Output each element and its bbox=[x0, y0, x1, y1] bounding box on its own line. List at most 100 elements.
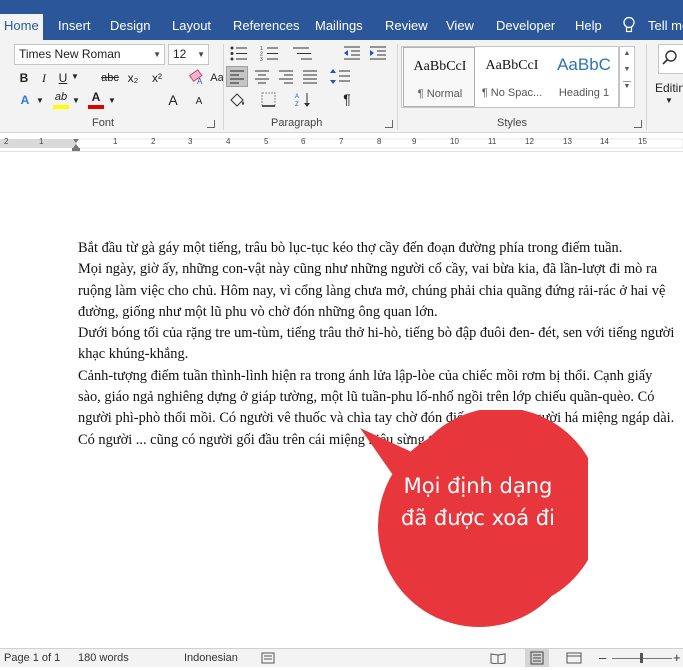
style-sample: AaBbC bbox=[557, 55, 611, 74]
macro-recording-icon[interactable] bbox=[261, 652, 275, 664]
svg-text:Z: Z bbox=[295, 102, 299, 108]
superscript-button[interactable]: x² bbox=[149, 68, 165, 88]
svg-text:A: A bbox=[295, 94, 299, 100]
ruler-number: 4 bbox=[226, 137, 231, 146]
style-normal[interactable]: AaBbCcI ¶ Normal bbox=[403, 47, 475, 107]
chevron-down-icon[interactable]: ▼ bbox=[71, 72, 79, 81]
italic-button[interactable]: I bbox=[37, 68, 51, 88]
style-heading-1[interactable]: AaBbC Heading 1 bbox=[548, 47, 620, 107]
ruler-number: 3 bbox=[188, 137, 193, 146]
ruler-number: 15 bbox=[638, 137, 647, 146]
page-count[interactable]: Page 1 of 1 bbox=[4, 652, 60, 664]
underline-button[interactable]: U bbox=[56, 68, 70, 88]
ruler-number: 5 bbox=[264, 137, 269, 146]
sort-icon[interactable]: A Z bbox=[294, 91, 314, 108]
multilevel-list-icon[interactable] bbox=[291, 45, 313, 62]
tab-home[interactable]: Home bbox=[0, 14, 43, 40]
bullets-icon[interactable] bbox=[229, 45, 249, 62]
font-group-label: Font bbox=[92, 117, 115, 129]
font-name-box[interactable]: Times New Roman ▼ bbox=[14, 44, 165, 65]
font-color-swatch bbox=[88, 105, 104, 109]
borders-icon[interactable] bbox=[260, 91, 278, 108]
change-case-button[interactable]: Aa bbox=[210, 68, 224, 88]
tab-insert[interactable]: Insert bbox=[58, 17, 91, 40]
lightbulb-icon[interactable] bbox=[622, 16, 636, 34]
font-dialog-launcher-icon[interactable] bbox=[207, 120, 215, 128]
search-icon bbox=[662, 50, 677, 65]
paragraph-dialog-launcher-icon[interactable] bbox=[385, 120, 393, 128]
align-left-button[interactable] bbox=[226, 66, 248, 87]
text-effects-button[interactable]: A bbox=[16, 90, 34, 110]
word-count[interactable]: 180 words bbox=[78, 652, 129, 664]
ruler-number: 9 bbox=[412, 137, 417, 146]
increase-indent-icon[interactable] bbox=[368, 45, 388, 62]
editing-label[interactable]: Editin bbox=[655, 81, 683, 95]
highlight-button[interactable]: ab bbox=[52, 87, 70, 107]
zoom-slider-thumb[interactable] bbox=[640, 653, 643, 663]
ruler-number: 8 bbox=[377, 137, 382, 146]
line-spacing-icon[interactable] bbox=[330, 67, 352, 86]
clear-formatting-icon[interactable]: A bbox=[188, 69, 206, 85]
style-no-spacing[interactable]: AaBbCcI ¶ No Spac... bbox=[476, 47, 548, 107]
paragraph-group-label: Paragraph bbox=[271, 117, 323, 129]
tab-mailings[interactable]: Mailings bbox=[315, 17, 363, 40]
subscript-button[interactable]: x₂ bbox=[125, 68, 141, 88]
paragraph[interactable]: Mọi ngày, giờ ấy, những con-vật này cũng… bbox=[78, 259, 678, 323]
print-layout-button[interactable] bbox=[525, 649, 549, 667]
justify-icon[interactable] bbox=[300, 67, 320, 86]
ruler-number: 14 bbox=[600, 137, 609, 146]
zoom-out-button[interactable]: – bbox=[599, 650, 606, 665]
bold-button[interactable]: B bbox=[17, 68, 31, 88]
web-layout-icon[interactable] bbox=[566, 652, 582, 664]
language-indicator[interactable]: Indonesian bbox=[184, 652, 238, 664]
ruler-number: 10 bbox=[450, 137, 459, 146]
align-right-icon[interactable] bbox=[276, 67, 296, 86]
font-color-button[interactable]: A bbox=[88, 87, 104, 107]
tab-tell-me[interactable]: Tell me bbox=[648, 17, 683, 40]
read-mode-icon[interactable] bbox=[490, 652, 506, 664]
styles-gallery: AaBbCcI ¶ Normal AaBbCcI ¶ No Spac... Aa… bbox=[401, 46, 619, 108]
ruler-number: 7 bbox=[339, 137, 344, 146]
status-bar: Page 1 of 1 180 words Indonesian – + bbox=[0, 648, 683, 667]
chevron-down-icon[interactable]: ▼ bbox=[108, 96, 116, 105]
tab-layout[interactable]: Layout bbox=[172, 17, 211, 40]
editing-search-button[interactable] bbox=[658, 44, 683, 74]
tab-review[interactable]: Review bbox=[385, 17, 428, 40]
svg-text:A: A bbox=[197, 77, 203, 85]
styles-group-label: Styles bbox=[497, 117, 527, 129]
align-center-icon[interactable] bbox=[252, 67, 272, 86]
tab-design[interactable]: Design bbox=[110, 17, 150, 40]
horizontal-ruler[interactable]: 2 1 1 2 3 4 5 6 7 8 9 10 11 12 13 14 15 bbox=[0, 134, 683, 152]
shrink-font-button[interactable]: A bbox=[193, 92, 205, 112]
font-name-value: Times New Roman bbox=[19, 47, 121, 61]
group-separator bbox=[646, 44, 647, 130]
numbering-icon[interactable]: 123 bbox=[260, 45, 280, 62]
grow-font-button[interactable]: A bbox=[166, 90, 180, 110]
tab-view[interactable]: View bbox=[446, 17, 474, 40]
paragraph[interactable]: Bắt đầu từ gà gáy một tiếng, trâu bò lục… bbox=[78, 238, 678, 259]
styles-dialog-launcher-icon[interactable] bbox=[634, 120, 642, 128]
tab-references[interactable]: References bbox=[233, 17, 299, 40]
chevron-down-icon[interactable]: ▼ bbox=[620, 66, 634, 73]
ruler-number: 6 bbox=[301, 137, 306, 146]
tab-developer[interactable]: Developer bbox=[496, 17, 555, 40]
paragraph[interactable]: Dưới bóng tối của rặng tre um-tùm, tiếng… bbox=[78, 323, 678, 366]
style-sample: AaBbCcI bbox=[413, 59, 467, 74]
chevron-down-icon[interactable]: ▼ bbox=[72, 96, 80, 105]
ruler-number: 12 bbox=[525, 137, 534, 146]
font-size-box[interactable]: 12 ▼ bbox=[168, 44, 209, 65]
shading-icon[interactable] bbox=[228, 91, 246, 108]
more-styles-icon[interactable]: ▼ bbox=[623, 81, 631, 90]
chevron-down-icon[interactable]: ▼ bbox=[36, 96, 44, 105]
style-name: ¶ Normal bbox=[417, 88, 463, 100]
chevron-up-icon[interactable]: ▲ bbox=[620, 50, 634, 57]
styles-gallery-scroll[interactable]: ▲ ▼ ▼ bbox=[619, 46, 635, 108]
strikethrough-button[interactable]: abc bbox=[100, 68, 120, 88]
show-formatting-marks-button[interactable]: ¶ bbox=[340, 89, 354, 109]
ruler-number: 2 bbox=[4, 137, 9, 146]
tab-help[interactable]: Help bbox=[575, 17, 602, 40]
callout-text: Mọi định dạng đã được xoá đi bbox=[401, 474, 555, 530]
zoom-in-button[interactable]: + bbox=[673, 650, 681, 665]
chevron-down-icon[interactable]: ▼ bbox=[665, 96, 673, 105]
decrease-indent-icon[interactable] bbox=[342, 45, 362, 62]
